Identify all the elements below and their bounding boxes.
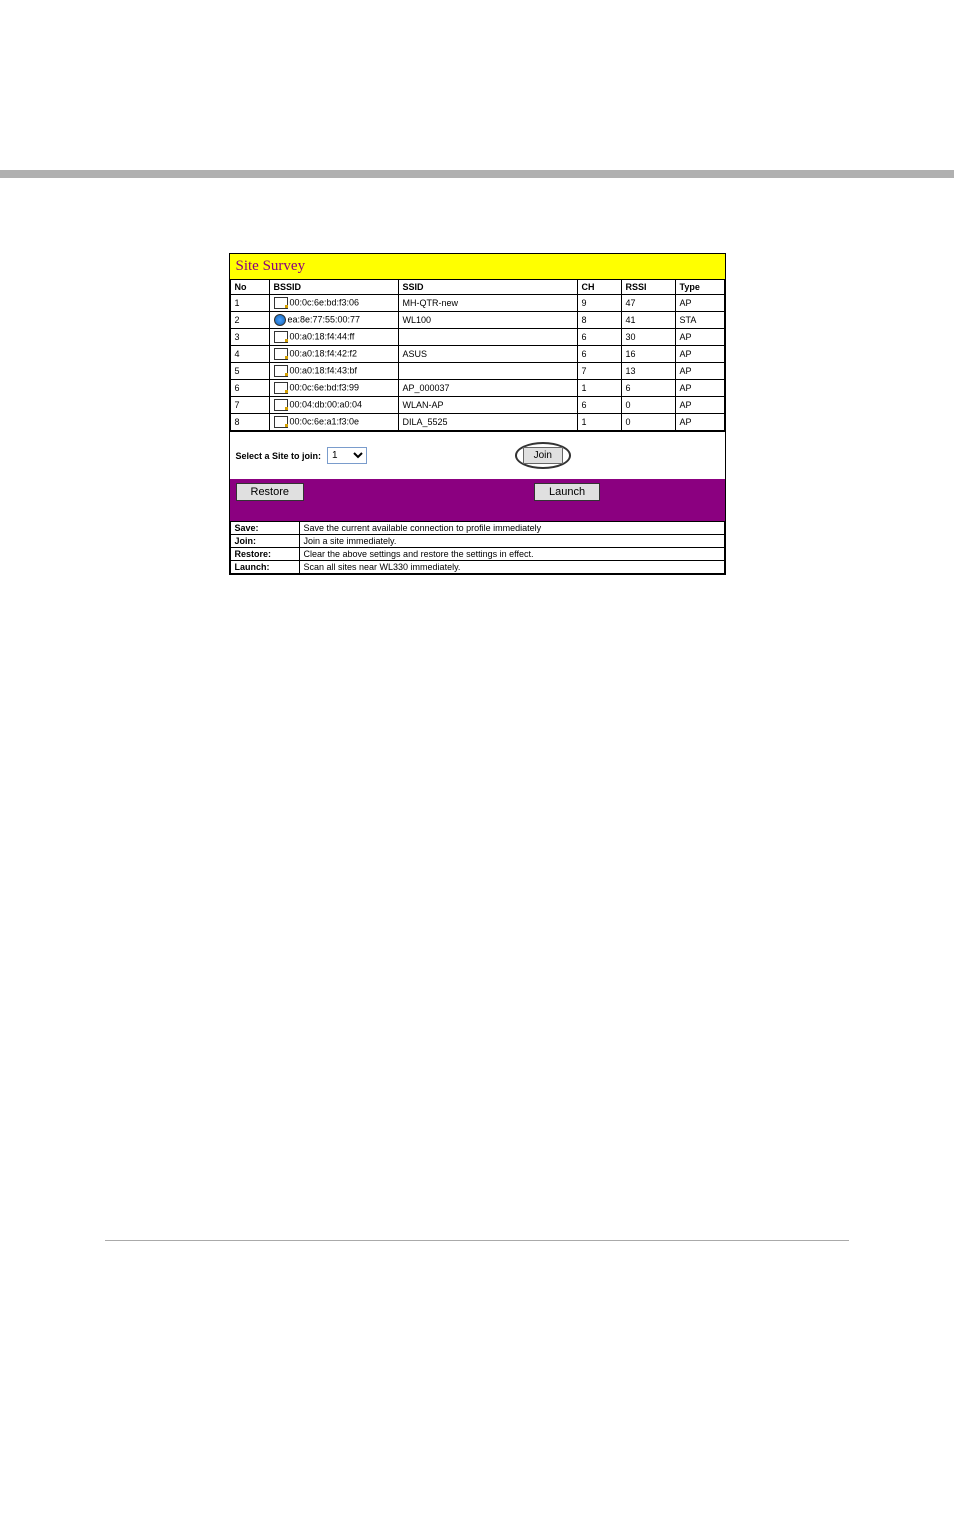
cell-ssid: WLAN-AP (398, 397, 577, 414)
cell-rssi: 47 (621, 295, 675, 312)
cell-rssi: 0 (621, 414, 675, 431)
cell-ssid (398, 329, 577, 346)
cell-ssid: AP_000037 (398, 380, 577, 397)
cell-no: 1 (230, 295, 269, 312)
cell-type: AP (675, 414, 724, 431)
cell-bssid: ea:8e:77:55:00:77 (269, 312, 398, 329)
launch-button[interactable]: Launch (534, 483, 600, 501)
cell-type: STA (675, 312, 724, 329)
desc-label: Join: (230, 535, 299, 548)
cell-type: AP (675, 346, 724, 363)
cell-ch: 1 (577, 414, 621, 431)
site-survey-panel: Site Survey No BSSID SSID CH RSSI Type 1… (229, 253, 726, 575)
cell-rssi: 30 (621, 329, 675, 346)
ap-icon (274, 297, 288, 309)
cell-no: 6 (230, 380, 269, 397)
desc-label: Save: (230, 522, 299, 535)
desc-row: Restore:Clear the above settings and res… (230, 548, 724, 561)
cell-ch: 6 (577, 346, 621, 363)
cell-ch: 1 (577, 380, 621, 397)
cell-ch: 8 (577, 312, 621, 329)
cell-ssid: WL100 (398, 312, 577, 329)
cell-bssid: 00:a0:18:f4:43:bf (269, 363, 398, 380)
ap-icon (274, 365, 288, 377)
cell-ssid (398, 363, 577, 380)
cell-no: 2 (230, 312, 269, 329)
cell-bssid: 00:0c:6e:a1:f3:0e (269, 414, 398, 431)
bottom-divider (105, 1240, 849, 1241)
cell-rssi: 13 (621, 363, 675, 380)
desc-text: Save the current available connection to… (299, 522, 724, 535)
cell-rssi: 0 (621, 397, 675, 414)
cell-bssid: 00:a0:18:f4:44:ff (269, 329, 398, 346)
cell-no: 3 (230, 329, 269, 346)
panel-title: Site Survey (230, 254, 725, 279)
select-row: Select a Site to join: 1 Join (230, 431, 725, 479)
table-row[interactable]: 2ea:8e:77:55:00:77WL100841STA (230, 312, 724, 329)
desc-label: Launch: (230, 561, 299, 574)
description-table: Save:Save the current available connecti… (230, 521, 725, 574)
desc-row: Save:Save the current available connecti… (230, 522, 724, 535)
desc-label: Restore: (230, 548, 299, 561)
cell-ssid: ASUS (398, 346, 577, 363)
col-rssi: RSSI (621, 280, 675, 295)
join-button[interactable]: Join (523, 447, 563, 464)
action-bar: Restore Launch (230, 479, 725, 521)
col-bssid: BSSID (269, 280, 398, 295)
cell-ch: 7 (577, 363, 621, 380)
ap-icon (274, 348, 288, 360)
ap-icon (274, 382, 288, 394)
cell-no: 7 (230, 397, 269, 414)
col-ch: CH (577, 280, 621, 295)
cell-type: AP (675, 397, 724, 414)
top-divider (0, 170, 954, 178)
cell-type: AP (675, 295, 724, 312)
desc-text: Clear the above settings and restore the… (299, 548, 724, 561)
table-row[interactable]: 100:0c:6e:bd:f3:06MH-QTR-new947AP (230, 295, 724, 312)
table-row[interactable]: 600:0c:6e:bd:f3:99AP_00003716AP (230, 380, 724, 397)
table-row[interactable]: 400:a0:18:f4:42:f2ASUS616AP (230, 346, 724, 363)
table-row[interactable]: 300:a0:18:f4:44:ff 630AP (230, 329, 724, 346)
cell-no: 4 (230, 346, 269, 363)
cell-type: AP (675, 363, 724, 380)
join-highlight: Join (515, 442, 571, 469)
cell-ch: 9 (577, 295, 621, 312)
cell-ch: 6 (577, 329, 621, 346)
col-no: No (230, 280, 269, 295)
cell-rssi: 16 (621, 346, 675, 363)
desc-text: Join a site immediately. (299, 535, 724, 548)
cell-no: 8 (230, 414, 269, 431)
col-type: Type (675, 280, 724, 295)
table-row[interactable]: 700:04:db:00:a0:04WLAN-AP60AP (230, 397, 724, 414)
table-row[interactable]: 500:a0:18:f4:43:bf 713AP (230, 363, 724, 380)
ap-icon (274, 331, 288, 343)
cell-rssi: 41 (621, 312, 675, 329)
desc-text: Scan all sites near WL330 immediately. (299, 561, 724, 574)
cell-rssi: 6 (621, 380, 675, 397)
ap-icon (274, 399, 288, 411)
station-icon (274, 314, 286, 326)
cell-no: 5 (230, 363, 269, 380)
survey-table: No BSSID SSID CH RSSI Type 100:0c:6e:bd:… (230, 279, 725, 431)
cell-bssid: 00:a0:18:f4:42:f2 (269, 346, 398, 363)
cell-bssid: 00:04:db:00:a0:04 (269, 397, 398, 414)
select-label: Select a Site to join: (236, 451, 322, 461)
cell-ssid: MH-QTR-new (398, 295, 577, 312)
cell-ssid: DILA_5525 (398, 414, 577, 431)
cell-type: AP (675, 329, 724, 346)
site-select[interactable]: 1 (327, 447, 367, 464)
cell-bssid: 00:0c:6e:bd:f3:99 (269, 380, 398, 397)
cell-type: AP (675, 380, 724, 397)
desc-row: Join:Join a site immediately. (230, 535, 724, 548)
restore-button[interactable]: Restore (236, 483, 305, 501)
table-row[interactable]: 800:0c:6e:a1:f3:0eDILA_552510AP (230, 414, 724, 431)
cell-ch: 6 (577, 397, 621, 414)
ap-icon (274, 416, 288, 428)
col-ssid: SSID (398, 280, 577, 295)
cell-bssid: 00:0c:6e:bd:f3:06 (269, 295, 398, 312)
desc-row: Launch:Scan all sites near WL330 immedia… (230, 561, 724, 574)
